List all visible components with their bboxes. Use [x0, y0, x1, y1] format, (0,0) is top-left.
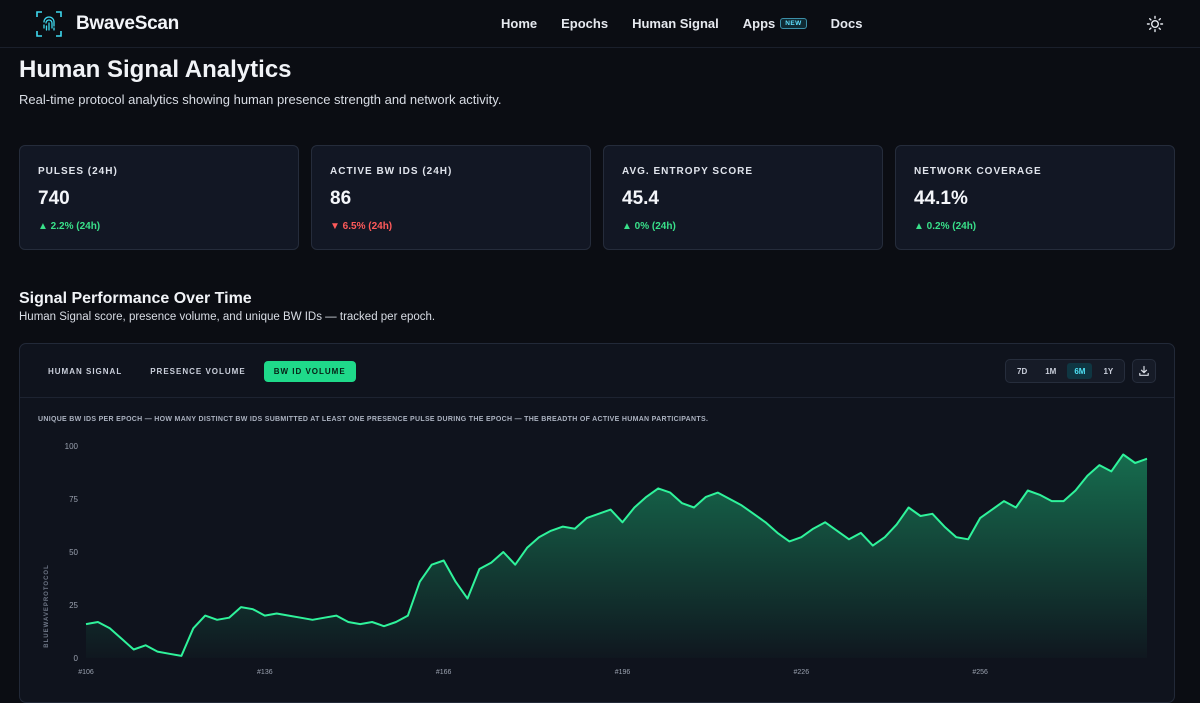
- fingerprint-icon: [36, 11, 62, 37]
- top-nav: BwaveScan Home Epochs Human Signal Apps N…: [0, 0, 1200, 48]
- nav-docs[interactable]: Docs: [831, 16, 863, 31]
- nav-links: Home Epochs Human Signal Apps NEW Docs: [501, 16, 862, 31]
- nav-epochs[interactable]: Epochs: [561, 16, 608, 31]
- stat-label: PULSES (24H): [38, 166, 118, 177]
- x-tick-label: #166: [436, 669, 452, 676]
- stat-label: NETWORK COVERAGE: [914, 166, 1042, 177]
- x-tick-label: #196: [615, 669, 631, 676]
- range-6m[interactable]: 6M: [1067, 363, 1093, 379]
- y-tick-label: 50: [69, 548, 78, 557]
- stat-card-pulses: PULSES (24H) 740 ▲ 2.2% (24h): [19, 145, 299, 250]
- y-tick-label: 75: [69, 495, 78, 504]
- tab-human-signal[interactable]: HUMAN SIGNAL: [38, 361, 132, 382]
- stat-value: 740: [38, 188, 70, 209]
- y-tick-label: 0: [74, 654, 79, 663]
- page-subtitle: Real-time protocol analytics showing hum…: [19, 92, 502, 107]
- x-tick-label: #226: [794, 669, 810, 676]
- stat-card-network-coverage: NETWORK COVERAGE 44.1% ▲ 0.2% (24h): [895, 145, 1175, 250]
- range-1y[interactable]: 1Y: [1096, 363, 1120, 379]
- nav-human-signal[interactable]: Human Signal: [632, 16, 719, 31]
- x-tick-label: #106: [78, 669, 94, 676]
- stat-value: 86: [330, 188, 352, 209]
- stat-label: AVG. ENTROPY SCORE: [622, 166, 753, 177]
- stat-delta: ▲ 0.2% (24h): [914, 221, 977, 232]
- y-axis-label: BLUEWAVEPROTOCOL: [44, 564, 50, 647]
- x-tick-label: #136: [257, 669, 273, 676]
- stat-value: 45.4: [622, 188, 659, 209]
- tab-presence-volume[interactable]: PRESENCE VOLUME: [140, 361, 255, 382]
- brand-logo[interactable]: BwaveScan: [34, 9, 179, 39]
- download-button[interactable]: [1132, 359, 1156, 383]
- chart-panel: HUMAN SIGNAL PRESENCE VOLUME BW ID VOLUM…: [19, 343, 1175, 703]
- chart-toolbar: HUMAN SIGNAL PRESENCE VOLUME BW ID VOLUM…: [20, 344, 1174, 398]
- download-icon: [1139, 365, 1149, 376]
- sun-icon[interactable]: [1146, 15, 1164, 33]
- stat-delta: ▲ 2.2% (24h): [38, 221, 101, 232]
- stat-delta: ▲ 0% (24h): [622, 221, 676, 232]
- page-title: Human Signal Analytics: [19, 56, 292, 83]
- chart-caption: UNIQUE BW IDS PER EPOCH — HOW MANY DISTI…: [38, 416, 709, 423]
- range-1m[interactable]: 1M: [1038, 363, 1063, 379]
- section-title: Signal Performance Over Time: [19, 290, 252, 307]
- stat-card-active-bw-ids: ACTIVE BW IDS (24H) 86 ▼ 6.5% (24h): [311, 145, 591, 250]
- range-7d[interactable]: 7D: [1010, 363, 1034, 379]
- new-badge: NEW: [780, 18, 807, 29]
- stat-card-entropy: AVG. ENTROPY SCORE 45.4 ▲ 0% (24h): [603, 145, 883, 250]
- brand-name: BwaveScan: [76, 13, 179, 34]
- tab-bw-id-volume[interactable]: BW ID VOLUME: [263, 361, 356, 382]
- chart-tabs: HUMAN SIGNAL PRESENCE VOLUME BW ID VOLUM…: [38, 361, 356, 382]
- range-selector: 7D 1M 6M 1Y: [1005, 359, 1126, 383]
- section-subtitle: Human Signal score, presence volume, and…: [19, 311, 436, 323]
- y-tick-label: 25: [69, 601, 78, 610]
- y-tick-label: 100: [65, 442, 79, 451]
- x-tick-label: #256: [972, 669, 988, 676]
- nav-apps-label: Apps: [742, 16, 776, 31]
- stat-value: 44.1%: [914, 188, 968, 209]
- series-area: [86, 454, 1147, 658]
- stat-label: ACTIVE BW IDS (24H): [330, 166, 453, 177]
- stat-delta: ▼ 6.5% (24h): [330, 221, 393, 232]
- nav-apps[interactable]: Apps NEW: [743, 16, 807, 31]
- bw-id-volume-chart: BLUEWAVEPROTOCOL 0 25 50 75 100 #106 #136 #166…: [44, 442, 1148, 676]
- nav-home[interactable]: Home: [501, 16, 537, 31]
